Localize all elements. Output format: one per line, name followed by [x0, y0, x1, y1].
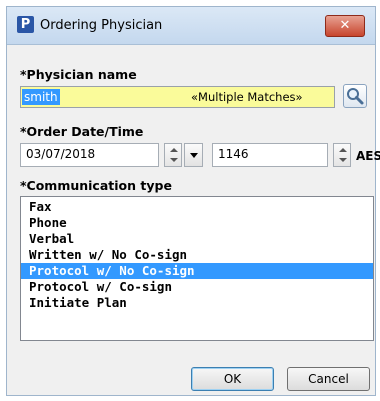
multiple-matches-message: «Multiple Matches»	[191, 90, 303, 104]
physician-name-value: smith	[22, 89, 60, 105]
search-button[interactable]	[343, 84, 367, 108]
physician-name-label: *Physician name	[20, 67, 137, 82]
list-item[interactable]: Initiate Plan	[21, 295, 373, 311]
time-spinner[interactable]	[333, 143, 351, 167]
list-item-selected[interactable]: Protocol w/ No Co-sign	[21, 263, 373, 279]
list-item[interactable]: Verbal	[21, 231, 373, 247]
date-spinner[interactable]	[164, 143, 182, 167]
app-icon: P	[17, 16, 34, 33]
order-date-input[interactable]: 03/07/2018	[20, 143, 159, 167]
list-item[interactable]: Written w/ No Co-sign	[21, 247, 373, 263]
date-dropdown-button[interactable]	[184, 143, 203, 167]
window-title: Ordering Physician	[40, 18, 163, 33]
order-time-input[interactable]: 1146	[212, 143, 328, 167]
list-item[interactable]: Fax	[21, 199, 373, 215]
list-item[interactable]: Phone	[21, 215, 373, 231]
physician-name-input[interactable]: smith «Multiple Matches»	[20, 86, 335, 108]
timezone-label: AEST	[356, 149, 380, 163]
title-bar[interactable]: P Ordering Physician ✕	[7, 7, 375, 45]
order-date-time-label: *Order Date/Time	[20, 124, 144, 139]
list-item[interactable]: Protocol w/ Co-sign	[21, 279, 373, 295]
ok-button[interactable]: OK	[191, 367, 274, 391]
communication-type-label: *Communication type	[20, 178, 172, 193]
magnifier-icon	[347, 88, 364, 105]
cancel-button[interactable]: Cancel	[287, 367, 370, 391]
communication-type-list[interactable]: Fax Phone Verbal Written w/ No Co-sign P…	[20, 196, 374, 341]
close-button[interactable]: ✕	[325, 15, 365, 37]
